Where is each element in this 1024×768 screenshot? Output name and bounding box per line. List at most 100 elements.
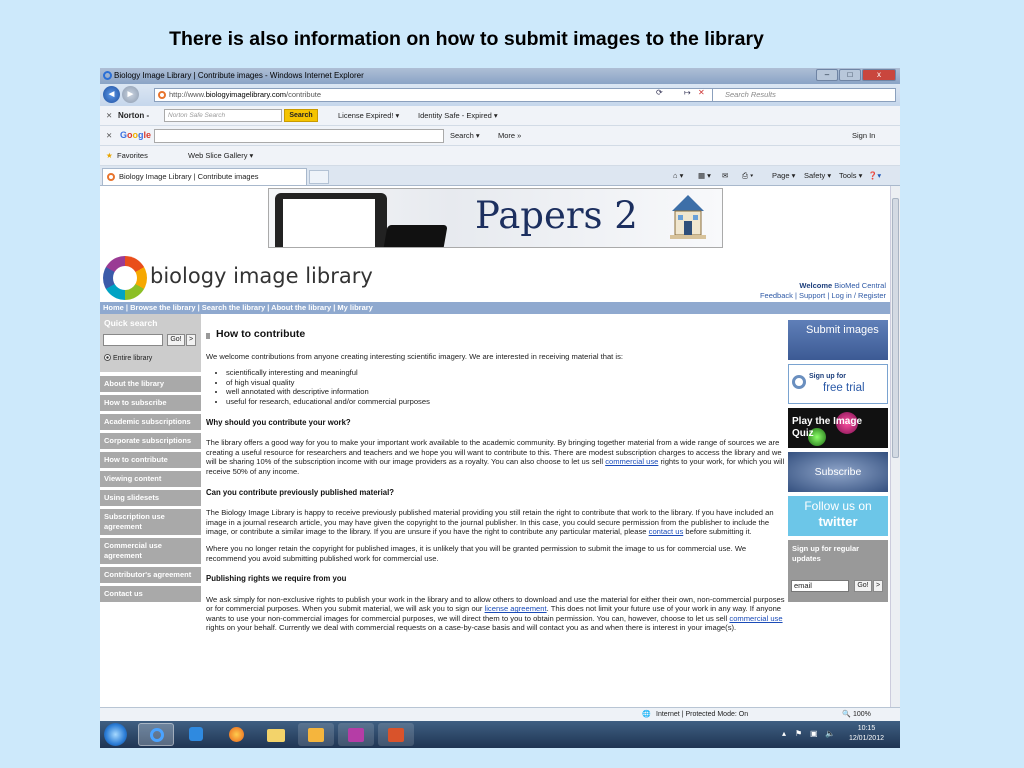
radio-selected-icon [104,354,111,361]
taskbar: ▴ ⚑ ▣ 🔈 10:15 12/01/2012 [100,721,900,748]
email-go-button[interactable]: Go! [854,580,872,592]
sidebar-item-slidesets[interactable]: Using slidesets [100,490,201,507]
browser-search-input[interactable]: Search Results [712,88,896,102]
quick-search-input[interactable] [103,334,163,346]
email-field[interactable]: email [791,580,849,592]
back-button[interactable]: ◄ [103,86,120,103]
page-scrollbar[interactable] [890,186,900,719]
explorer-folder-icon[interactable] [258,723,294,746]
zone-status[interactable]: Internet | Protected Mode: On [656,708,748,721]
norton-menu[interactable]: Norton - [118,106,149,125]
ie-icon [103,71,112,80]
norton-search-button[interactable]: Search [284,109,318,122]
powerpoint-icon[interactable] [378,723,414,746]
tools-menu[interactable]: Tools ▾ [839,167,862,185]
sidebar-item-contributors-agreement[interactable]: Contributor's agreement [100,567,201,584]
address-bar[interactable]: http://www.biologyimagelibrary.com/contr… [154,88,720,102]
sidebar-item-academic[interactable]: Academic subscriptions [100,414,201,431]
home-icon[interactable]: ⌂ ▾ [673,167,683,185]
google-signin[interactable]: Sign In [852,126,875,145]
heading-why: Why should you contribute your work? [206,417,351,427]
outlook-icon[interactable] [298,723,334,746]
new-tab-button[interactable] [309,170,329,184]
google-more-menu[interactable]: More » [498,126,521,145]
sidebar-item-contribute[interactable]: How to contribute [100,452,201,469]
clock[interactable]: 10:15 12/01/2012 [849,724,884,744]
address-path: /contribute [286,90,322,99]
media-player-icon[interactable] [178,723,214,746]
ie-taskbar-icon[interactable] [138,723,174,746]
feeds-icon[interactable]: ▦ ▾ [698,167,711,185]
close-toolbar-icon[interactable]: ✕ [106,106,112,125]
volume-icon[interactable]: 🔈 [825,729,835,738]
trial-label: free trial [823,382,865,394]
free-trial-promo[interactable]: Sign up for free trial [788,364,888,404]
google-search-button[interactable]: Search ▾ [450,126,480,145]
site-nav[interactable]: Home | Browse the library | Search the l… [100,302,890,314]
sidebar-item-subscription-agreement[interactable]: Subscription use agreement [100,509,201,536]
minimize-button[interactable]: – [816,69,838,81]
mail-icon[interactable]: ✉ [722,167,728,185]
browser-screenshot: Biology Image Library | Contribute image… [100,68,900,748]
license-agreement-link[interactable]: license agreement [485,604,547,613]
onenote-icon[interactable] [338,723,374,746]
criteria-list: scientifically interesting and meaningfu… [226,368,786,406]
welcome-user[interactable]: BioMed Central [834,281,886,290]
window-title: Biology Image Library | Contribute image… [114,71,364,80]
norton-search-input[interactable]: Norton Safe Search [164,109,282,122]
contact-us-link[interactable]: contact us [649,527,684,536]
site-favicon-icon [158,91,166,99]
image-quiz-promo[interactable]: Play the Image Quiz [788,408,888,448]
identity-safe-menu[interactable]: Identity Safe - Expired ▾ [418,106,498,125]
site-logo-icon[interactable] [103,256,147,300]
entire-library-radio[interactable]: Entire library [104,354,152,362]
status-bar: 🌐 Internet | Protected Mode: On 🔍 100% [100,707,900,721]
page-menu[interactable]: Page ▾ [772,167,795,185]
go-icon[interactable]: ↦ [684,88,691,97]
tray-arrow-icon[interactable]: ▴ [782,729,786,738]
zoom-level[interactable]: 100% [853,708,871,721]
favorites-star-icon: ★ [106,151,113,160]
ad-banner[interactable]: Papers 2 [268,188,723,248]
commercial-use-link-2[interactable]: commercial use [729,614,782,623]
close-button[interactable]: x [862,69,896,81]
forward-button[interactable]: ► [122,86,139,103]
license-expired-menu[interactable]: License Expired! ▾ [338,106,399,125]
submit-images-promo[interactable]: Submit images [788,320,888,360]
maximize-button[interactable]: □ [839,69,861,81]
quick-search-arrow-button[interactable]: > [186,334,196,346]
account-area: Welcome BioMed Central Feedback | Suppor… [760,281,886,301]
firefox-icon[interactable] [218,723,254,746]
sidebar-item-commercial-agreement[interactable]: Commercial use agreement [100,538,201,565]
sidebar-item-corporate[interactable]: Corporate subscriptions [100,433,201,450]
flag-icon[interactable]: ⚑ [795,729,802,738]
network-icon[interactable]: ▣ [810,729,818,738]
sidebar-item-contact[interactable]: Contact us [100,586,201,603]
favorites-button[interactable]: Favorites [117,146,148,165]
article-intro: We welcome contributions from anyone cre… [206,351,623,361]
twitter-promo[interactable]: Follow us on twitter [788,496,888,536]
account-links[interactable]: Feedback | Support | Log in / Register [760,291,886,300]
right-sidebar: Submit images Sign up for free trial Pla… [788,320,888,606]
email-arrow-button[interactable]: > [873,580,883,592]
sidebar-item-subscribe[interactable]: How to subscribe [100,395,201,412]
web-slice-gallery[interactable]: Web Slice Gallery ▾ [188,146,253,165]
stop-icon[interactable]: ✕ [698,88,705,97]
quick-search-go-button[interactable]: Go! [167,334,185,346]
tab-contribute-images[interactable]: Biology Image Library | Contribute image… [102,168,307,185]
help-icon[interactable]: ❓▾ [868,167,881,185]
twitter-label: twitter [818,514,858,529]
clock-date: 12/01/2012 [848,735,884,742]
subscribe-promo[interactable]: Subscribe [788,452,888,492]
close-toolbar-icon[interactable]: ✕ [106,126,112,145]
print-icon[interactable]: ⎙ ▾ [742,167,753,185]
scrollbar-thumb[interactable] [892,198,899,458]
site-name[interactable]: biology image library [150,264,373,288]
refresh-icon[interactable]: ⟳ [656,88,663,97]
sidebar-item-viewing[interactable]: Viewing content [100,471,201,488]
commercial-use-link[interactable]: commercial use [605,457,658,466]
start-button[interactable] [104,723,127,746]
safety-menu[interactable]: Safety ▾ [804,167,831,185]
sidebar-item-about[interactable]: About the library [100,376,201,393]
google-search-input[interactable] [154,129,444,143]
